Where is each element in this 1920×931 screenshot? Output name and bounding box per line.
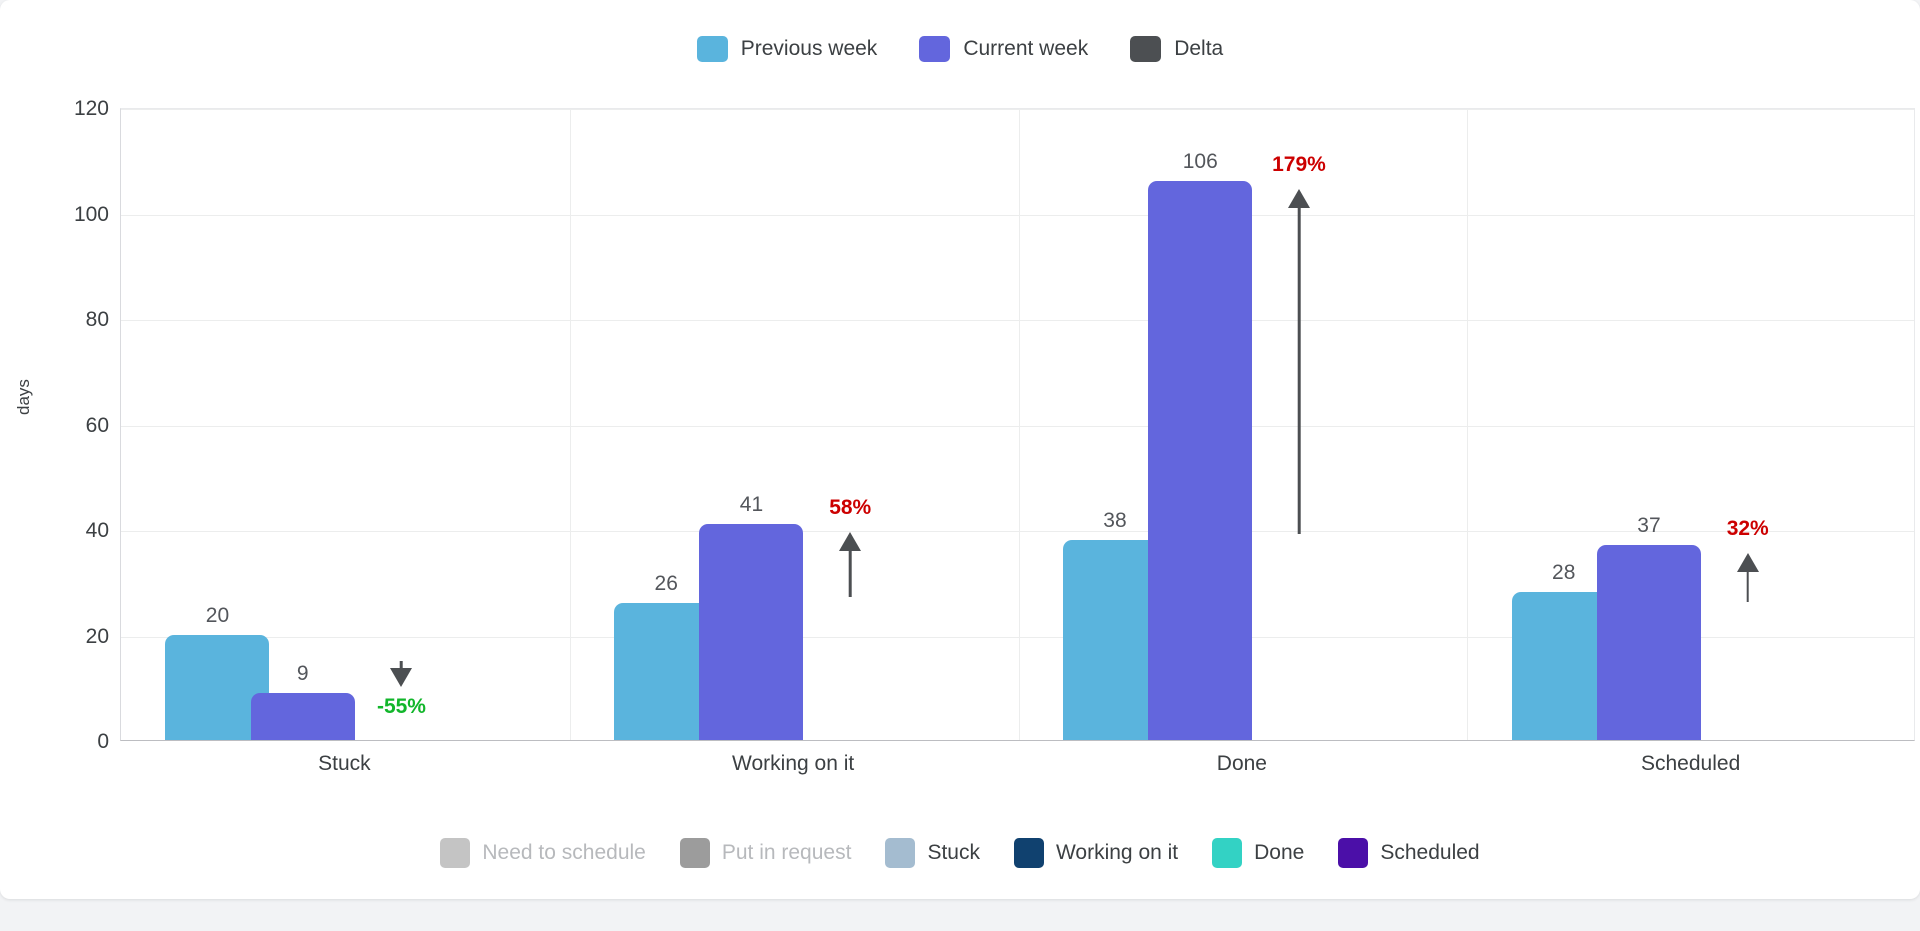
arrow-down-icon bbox=[390, 667, 413, 687]
status-legend-item-put-in-request[interactable]: Put in request bbox=[679, 838, 852, 868]
y-axis-tick-label: 80 bbox=[85, 308, 109, 331]
status-legend-item-scheduled[interactable]: Scheduled bbox=[1338, 838, 1480, 868]
x-axis-category-scheduled: Scheduled bbox=[1641, 752, 1741, 775]
delta-arrow-shaft bbox=[848, 550, 852, 597]
status-legend-item-done[interactable]: Done bbox=[1212, 838, 1304, 868]
bar-current-week-scheduled[interactable] bbox=[1596, 544, 1701, 740]
bar-current-week-working-on-it[interactable] bbox=[699, 523, 804, 740]
arrow-up-icon bbox=[839, 531, 862, 551]
status-swatch-icon bbox=[1212, 838, 1243, 868]
delta-percent-label: 58% bbox=[829, 495, 872, 519]
status-legend-label: Working on it bbox=[1055, 841, 1179, 864]
delta-arrow-shaft bbox=[1746, 571, 1750, 602]
arrow-up-icon bbox=[1287, 188, 1310, 208]
y-axis-tick-label: 40 bbox=[85, 519, 109, 542]
status-swatch-icon bbox=[1013, 838, 1044, 868]
y-axis-tick-label: 0 bbox=[97, 730, 109, 753]
plot-area: 0 20 40 60 80 100 120 20 9 -55% 26 41 58% 38 106 179% 28… bbox=[74, 97, 1915, 753]
delta-percent-label: -55% bbox=[376, 694, 426, 718]
status-legend: Need to schedule Put in request Stuck Worki… bbox=[0, 838, 1920, 868]
bar-current-week-stuck[interactable] bbox=[250, 692, 355, 740]
bar-value-label: 28 bbox=[1552, 561, 1576, 585]
bar-current-week-done[interactable] bbox=[1148, 180, 1253, 740]
status-legend-label: Put in request bbox=[721, 841, 852, 864]
bar-value-label: 20 bbox=[205, 603, 230, 627]
status-legend-label: Done bbox=[1254, 841, 1305, 864]
bar-value-label: 106 bbox=[1182, 149, 1218, 173]
legend-item-label: Current week bbox=[963, 37, 1089, 60]
x-axis-category-stuck: Stuck bbox=[318, 752, 371, 775]
bar-value-label: 41 bbox=[739, 492, 764, 516]
y-axis-tick-label: 120 bbox=[73, 97, 109, 120]
legend-swatch-icon bbox=[919, 36, 951, 62]
status-swatch-icon bbox=[1338, 838, 1369, 868]
status-legend-label: Stuck bbox=[927, 841, 980, 864]
legend-item-label: Delta bbox=[1174, 37, 1224, 60]
group-separator bbox=[1467, 109, 1469, 740]
gridline bbox=[121, 109, 1914, 110]
status-legend-item-need-to-schedule[interactable]: Need to schedule bbox=[440, 838, 646, 868]
status-swatch-icon bbox=[440, 838, 471, 868]
status-legend-item-stuck[interactable]: Stuck bbox=[885, 838, 980, 868]
bar-value-label: 38 bbox=[1103, 508, 1127, 532]
legend-item-current-week[interactable]: Current week bbox=[919, 36, 1088, 62]
bar-value-label: 9 bbox=[296, 661, 309, 685]
y-axis-tick-label: 60 bbox=[85, 413, 109, 437]
status-legend-item-working-on-it[interactable]: Working on it bbox=[1013, 838, 1179, 868]
y-axis-tick-label: 20 bbox=[85, 624, 109, 648]
gridline bbox=[121, 320, 1914, 321]
series-legend: Previous week Current week Delta bbox=[0, 36, 1920, 62]
group-separator bbox=[569, 109, 571, 740]
legend-swatch-icon bbox=[1130, 36, 1162, 62]
y-axis-tick-label: 100 bbox=[73, 202, 109, 226]
y-axis-title: days bbox=[14, 379, 33, 415]
bar-value-label: 37 bbox=[1637, 513, 1661, 537]
gridline bbox=[121, 214, 1914, 216]
legend-item-delta[interactable]: Delta bbox=[1130, 36, 1223, 62]
status-swatch-icon bbox=[679, 838, 710, 868]
status-legend-label: Scheduled bbox=[1380, 841, 1480, 864]
delta-percent-label: 179% bbox=[1272, 152, 1326, 176]
legend-swatch-icon bbox=[696, 36, 728, 62]
delta-arrow-shaft bbox=[1297, 207, 1301, 534]
chart-widget: Previous week Current week Delta days 0 20 4… bbox=[0, 0, 1920, 899]
status-legend-label: Need to schedule bbox=[482, 841, 646, 864]
group-separator bbox=[1018, 109, 1020, 740]
status-swatch-icon bbox=[885, 838, 916, 868]
bar-value-label: 26 bbox=[654, 571, 678, 595]
x-axis-category-working-on-it: Working on it bbox=[732, 752, 855, 775]
arrow-up-icon bbox=[1736, 552, 1759, 572]
legend-item-previous-week[interactable]: Previous week bbox=[696, 36, 878, 62]
gridline bbox=[121, 425, 1914, 427]
x-axis-category-done: Done bbox=[1216, 752, 1267, 775]
legend-item-label: Previous week bbox=[740, 37, 878, 60]
delta-percent-label: 32% bbox=[1726, 516, 1769, 540]
